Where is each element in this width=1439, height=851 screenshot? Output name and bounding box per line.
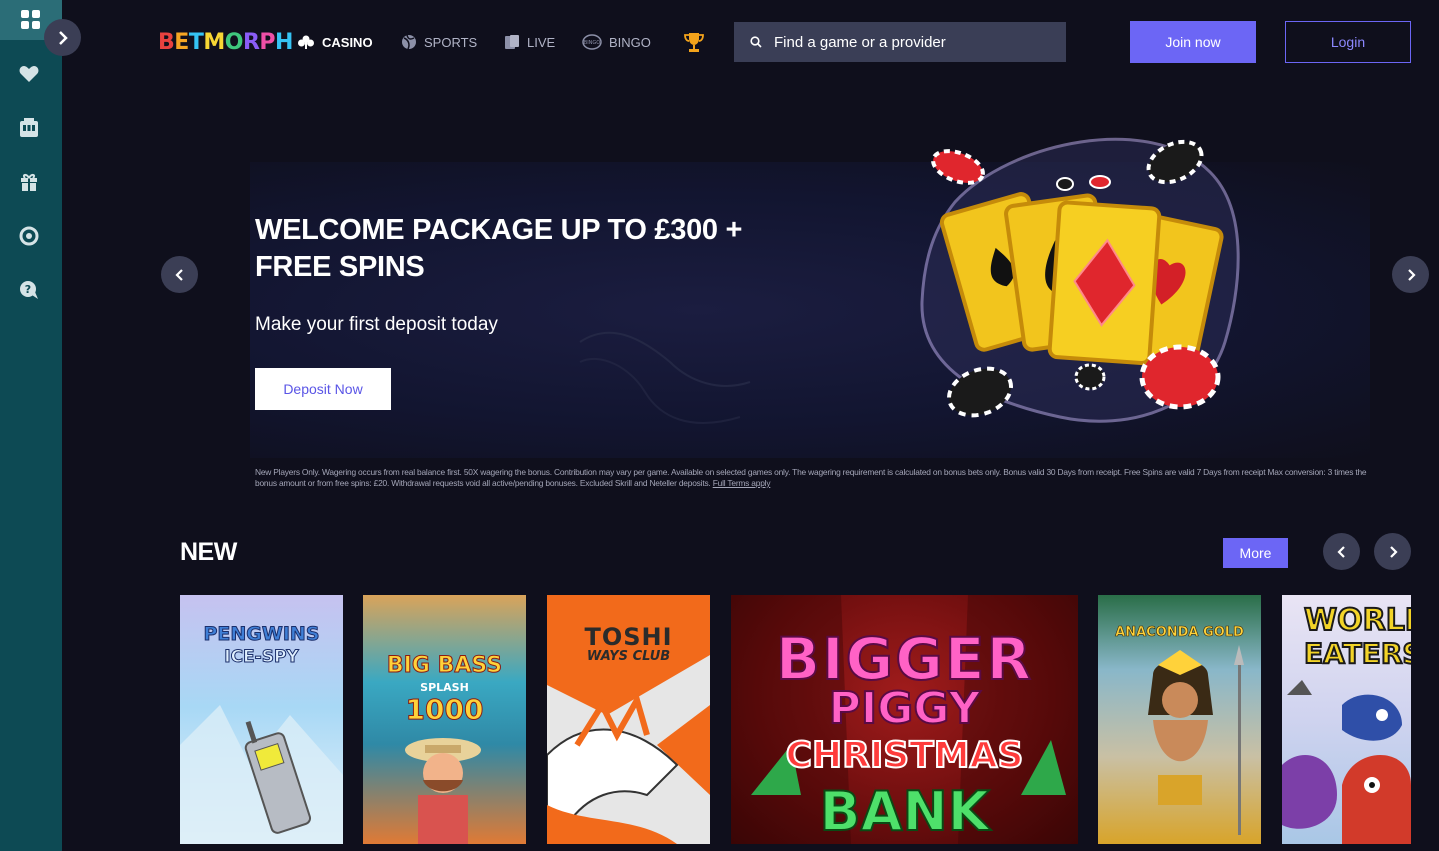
hero-next-button[interactable] [1392, 256, 1429, 293]
lifebuoy-icon [19, 226, 39, 246]
join-now-button[interactable]: Join now [1130, 21, 1256, 63]
game-tile-pengwins[interactable]: PENGWINS ICE-SPY [180, 595, 343, 844]
terms-text: New Players Only. Wagering occurs from r… [255, 467, 1367, 488]
nav-casino-label: CASINO [322, 34, 373, 50]
nav-sports-label: SPORTS [424, 34, 478, 50]
game-tile-toshi-ways-club[interactable]: TOSHI WAYS CLUB [547, 595, 710, 844]
chat-help-icon: ? [20, 281, 38, 299]
hero-subtitle: Make your first deposit today [255, 314, 498, 335]
warrior-queen-image [1148, 645, 1244, 835]
chevron-left-icon [174, 268, 183, 281]
trophy-icon [684, 33, 704, 52]
game-tile-anaconda-gold[interactable]: ANACONDA GOLD [1098, 595, 1261, 844]
sidebar-item-help[interactable]: ? [16, 277, 42, 303]
gift-icon [21, 174, 37, 191]
nav-casino[interactable]: CASINO [297, 31, 373, 53]
grid-icon [21, 10, 40, 29]
deposit-now-button[interactable]: Deposit Now [255, 368, 391, 410]
search-input[interactable]: Find a game or a provider [734, 22, 1066, 62]
hero-prev-button[interactable] [161, 256, 198, 293]
logo-letter: T [188, 30, 204, 55]
nav-bingo[interactable]: BINGO BINGO [582, 31, 651, 53]
logo-letter: E [174, 30, 189, 55]
svg-text:?: ? [25, 283, 31, 296]
sidebar: ? [0, 0, 62, 851]
fisherman-image [405, 738, 481, 844]
logo-letter: R [242, 30, 260, 55]
sidebar-item-support[interactable] [16, 223, 42, 249]
logo-letter: M [203, 30, 225, 55]
game-subtitle: WAYS CLUB [586, 649, 671, 664]
walkie-talkie-image [180, 705, 343, 844]
game-tile-big-bass-splash[interactable]: BIG BASS SPLASH 1000 [363, 595, 526, 844]
ball-icon [402, 34, 416, 50]
search-icon [750, 36, 762, 48]
live-cards-icon [505, 35, 519, 49]
full-terms-link[interactable]: Full Terms apply [713, 478, 771, 488]
nav-tournaments[interactable] [683, 31, 705, 53]
more-button[interactable]: More [1223, 538, 1288, 568]
logo-letter: P [259, 30, 276, 55]
game-tile-bigger-piggy-christmas-bank[interactable]: BIGGER PIGGY CHRISTMAS BANK [731, 595, 1078, 844]
logo-letter: H [275, 30, 293, 55]
nav-live[interactable]: LIVE [504, 31, 555, 53]
chevron-right-icon [1407, 268, 1416, 281]
login-button[interactable]: Login [1285, 21, 1411, 63]
hero-illustration [579, 137, 1240, 424]
hero-terms: New Players Only. Wagering occurs from r… [255, 467, 1375, 489]
search-placeholder: Find a game or a provider [774, 33, 946, 51]
nav-live-label: LIVE [527, 34, 556, 50]
games-next-button[interactable] [1374, 533, 1411, 570]
sidebar-item-slots[interactable] [16, 115, 42, 141]
brand-logo[interactable]: BETMORPH [158, 30, 293, 55]
hero-title: WELCOME PACKAGE UP TO £300 + FREE SPINS [255, 214, 743, 283]
logo-letter: B [158, 30, 175, 55]
games-prev-button[interactable] [1323, 533, 1360, 570]
section-title-new: NEW [180, 538, 237, 566]
game-subtitle: PIGGY [828, 682, 982, 735]
chevron-right-icon [58, 30, 68, 45]
chevron-right-icon [1389, 545, 1398, 558]
game-title: TOSHI [584, 623, 673, 651]
sidebar-toggle-button[interactable] [44, 19, 81, 56]
game-tile-world-eaters[interactable]: WORLD EATERS [1282, 595, 1411, 844]
slot-machine-icon [20, 118, 38, 137]
monsters-image [1282, 680, 1411, 844]
svg-text:BINGO: BINGO [584, 40, 601, 46]
sidebar-item-favourites[interactable] [16, 61, 42, 87]
bingo-ball-icon: BINGO [582, 34, 602, 50]
heart-icon [19, 66, 39, 82]
club-icon [298, 35, 314, 49]
hero-banner [250, 137, 1370, 458]
nav-bingo-label: BINGO [609, 34, 651, 50]
game-subtitle-2: CHRISTMAS [785, 734, 1025, 777]
game-subtitle-3: BANK [819, 779, 991, 844]
nav-sports[interactable]: SPORTS [401, 31, 477, 53]
chevron-left-icon [1336, 545, 1345, 558]
sidebar-item-promotions[interactable] [16, 169, 42, 195]
logo-letter: O [224, 30, 244, 55]
